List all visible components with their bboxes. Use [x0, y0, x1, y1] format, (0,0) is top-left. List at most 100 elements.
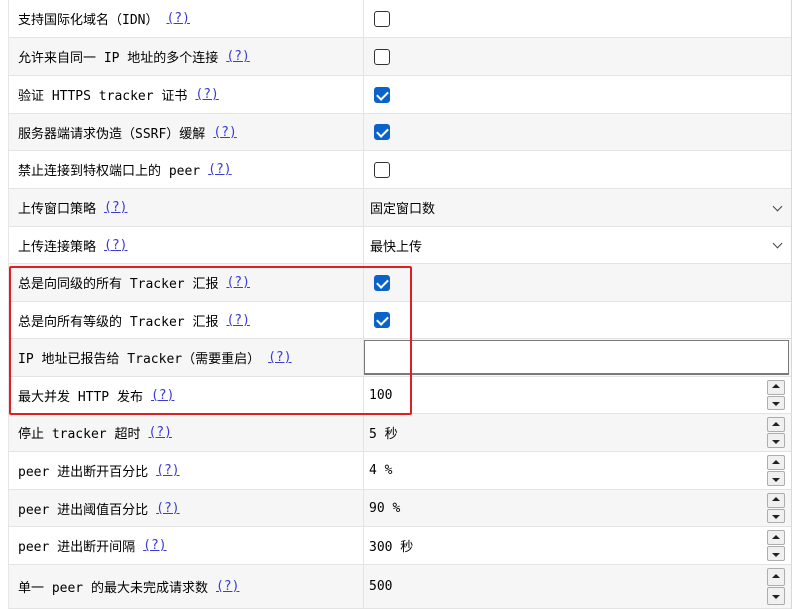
- setting-label-text: 验证 HTTPS tracker 证书: [18, 89, 188, 104]
- help-link[interactable]: (?): [226, 275, 249, 290]
- spin-up-icon[interactable]: [767, 380, 785, 395]
- checkbox-checked[interactable]: [374, 274, 390, 291]
- setting-value-cell: [363, 339, 791, 376]
- spinbox-value: 4 %: [369, 463, 393, 478]
- settings-row: 单一 peer 的最大未完成请求数 (?) 500: [9, 565, 791, 609]
- spin-buttons: [767, 493, 785, 523]
- help-link[interactable]: (?): [226, 49, 249, 64]
- setting-label: 验证 HTTPS tracker 证书 (?): [18, 76, 219, 113]
- number-spinbox[interactable]: 500: [364, 565, 791, 608]
- setting-label: 最大并发 HTTP 发布 (?): [18, 377, 174, 413]
- spin-buttons: [767, 530, 785, 561]
- spin-buttons: [767, 455, 785, 486]
- setting-value-cell: [363, 264, 791, 301]
- setting-value-cell: 4 %: [363, 452, 791, 489]
- setting-label: 上传窗口策略 (?): [18, 189, 128, 226]
- setting-label: 总是向所有等级的 Tracker 汇报 (?): [18, 302, 250, 338]
- setting-value-cell: [363, 38, 791, 75]
- settings-row: peer 进出断开间隔 (?) 300 秒: [9, 527, 791, 565]
- setting-label: 支持国际化域名（IDN） (?): [18, 0, 190, 37]
- spinbox-value: 300 秒: [369, 540, 414, 555]
- checkbox-checked[interactable]: [374, 124, 390, 140]
- setting-label: peer 进出断开间隔 (?): [18, 527, 167, 564]
- help-link[interactable]: (?): [143, 538, 166, 553]
- setting-label-text: 总是向所有等级的 Tracker 汇报: [18, 314, 219, 330]
- spin-up-icon[interactable]: [767, 530, 785, 545]
- setting-value-cell: [363, 151, 791, 188]
- help-link[interactable]: (?): [213, 125, 236, 140]
- spin-buttons: [767, 380, 785, 410]
- select-value: 固定窗口数: [370, 202, 436, 217]
- spinbox-value: 500: [369, 579, 393, 594]
- settings-row: IP 地址已报告给 Tracker（需要重启） (?): [9, 339, 791, 377]
- settings-row: peer 进出断开百分比 (?) 4 %: [9, 452, 791, 490]
- settings-row: 服务器端请求伪造（SSRF）缓解 (?): [9, 114, 791, 151]
- number-spinbox[interactable]: 90 %: [364, 490, 791, 526]
- spin-down-icon[interactable]: [767, 433, 785, 448]
- setting-label-text: IP 地址已报告给 Tracker（需要重启）: [18, 352, 261, 367]
- setting-label: peer 进出阈值百分比 (?): [18, 490, 180, 526]
- help-link[interactable]: (?): [195, 87, 218, 102]
- settings-row: 最大并发 HTTP 发布 (?) 100: [9, 377, 791, 414]
- setting-label-text: 上传窗口策略: [18, 202, 97, 217]
- number-spinbox[interactable]: 5 秒: [364, 414, 791, 451]
- help-link[interactable]: (?): [156, 501, 179, 516]
- help-link[interactable]: (?): [104, 238, 127, 253]
- setting-value-cell: 300 秒: [363, 527, 791, 564]
- settings-row: 允许来自同一 IP 地址的多个连接 (?): [9, 38, 791, 76]
- checkbox-checked[interactable]: [374, 86, 390, 103]
- policy-select[interactable]: 固定窗口数: [364, 189, 791, 226]
- number-spinbox[interactable]: 300 秒: [364, 527, 791, 564]
- help-link[interactable]: (?): [226, 313, 249, 328]
- setting-label: 服务器端请求伪造（SSRF）缓解 (?): [18, 114, 237, 150]
- spin-up-icon[interactable]: [767, 455, 785, 470]
- setting-label: peer 进出断开百分比 (?): [18, 452, 180, 489]
- ip-address-input[interactable]: [364, 340, 789, 375]
- setting-value-cell: 固定窗口数: [363, 189, 791, 226]
- policy-select[interactable]: 最快上传: [364, 227, 791, 263]
- checkbox-unchecked[interactable]: [374, 10, 390, 27]
- spin-down-icon[interactable]: [767, 395, 785, 410]
- spinbox-value: 90 %: [369, 500, 401, 516]
- number-spinbox[interactable]: 100: [364, 377, 791, 413]
- settings-row: 停止 tracker 超时 (?) 5 秒: [9, 414, 791, 452]
- spin-down-icon[interactable]: [767, 508, 785, 523]
- chevron-down-icon: [772, 238, 783, 249]
- settings-row: 验证 HTTPS tracker 证书 (?): [9, 76, 791, 114]
- help-link[interactable]: (?): [104, 200, 127, 215]
- help-link[interactable]: (?): [166, 11, 189, 26]
- spin-down-icon[interactable]: [767, 471, 785, 486]
- setting-value-cell: 500: [363, 565, 791, 608]
- setting-label-text: 禁止连接到特权端口上的 peer: [18, 164, 201, 179]
- spin-down-icon[interactable]: [767, 587, 785, 605]
- setting-label-text: 最大并发 HTTP 发布: [18, 389, 143, 405]
- help-link[interactable]: (?): [151, 388, 174, 403]
- setting-label-text: peer 进出断开间隔: [18, 540, 136, 555]
- setting-label: 单一 peer 的最大未完成请求数 (?): [18, 565, 239, 608]
- select-value: 最快上传: [370, 239, 423, 255]
- checkbox-unchecked[interactable]: [374, 161, 390, 178]
- checkbox-checked[interactable]: [374, 312, 390, 328]
- spin-up-icon[interactable]: [767, 493, 785, 508]
- setting-label: 允许来自同一 IP 地址的多个连接 (?): [18, 38, 250, 75]
- spin-up-icon[interactable]: [767, 417, 785, 432]
- chevron-down-icon: [772, 201, 783, 211]
- spinbox-value: 5 秒: [369, 427, 398, 442]
- left-gutter: [0, 0, 9, 609]
- setting-value-cell: 90 %: [363, 490, 791, 526]
- checkbox-unchecked[interactable]: [374, 48, 390, 65]
- help-link[interactable]: (?): [268, 350, 291, 365]
- setting-label: 停止 tracker 超时 (?): [18, 414, 172, 451]
- help-link[interactable]: (?): [148, 425, 171, 440]
- help-link[interactable]: (?): [156, 463, 179, 478]
- setting-label-text: 单一 peer 的最大未完成请求数: [18, 581, 208, 596]
- spin-down-icon[interactable]: [767, 546, 785, 561]
- setting-label-text: 总是向同级的所有 Tracker 汇报: [18, 277, 219, 292]
- spinbox-value: 100: [369, 387, 393, 403]
- help-link[interactable]: (?): [216, 579, 239, 594]
- spin-up-icon[interactable]: [767, 568, 785, 586]
- help-link[interactable]: (?): [208, 162, 231, 177]
- settings-row: 上传窗口策略 (?) 固定窗口数: [9, 189, 791, 227]
- number-spinbox[interactable]: 4 %: [364, 452, 791, 489]
- setting-label-text: 允许来自同一 IP 地址的多个连接: [18, 51, 219, 66]
